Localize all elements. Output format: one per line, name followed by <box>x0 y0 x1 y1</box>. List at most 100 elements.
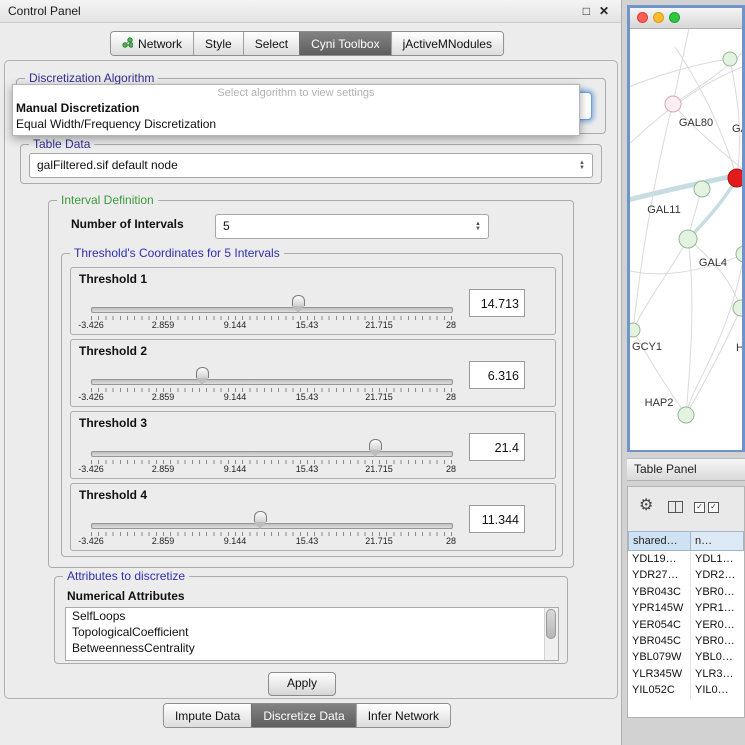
tab-select[interactable]: Select <box>243 32 299 55</box>
scrollbar[interactable] <box>544 608 558 660</box>
table-panel-header: Table Panel <box>627 458 745 481</box>
dropdown-option-manual-discretization[interactable]: Manual Discretization <box>13 100 579 116</box>
slider-scale-label: -3.426 <box>78 464 104 474</box>
table-row[interactable]: YDR27…YDR2… <box>628 567 744 583</box>
slider-scale-label: 28 <box>446 536 456 546</box>
slider-thumb[interactable] <box>254 511 267 529</box>
table-row[interactable]: YER054CYER0… <box>628 617 744 633</box>
slider-thumb-tip <box>196 378 208 385</box>
threshold-block: Threshold 3 -3.4262.8599.14415.4321.7152… <box>70 411 556 479</box>
table-cell: YPR1… <box>691 600 744 616</box>
dropdown-hint: Select algorithm to view settings <box>13 85 579 100</box>
select-none-icon[interactable]: ✓ <box>708 502 719 513</box>
network-edge <box>630 67 742 149</box>
slider-scale-label: 28 <box>446 392 456 402</box>
stepper-icon[interactable]: ▲ ▼ <box>576 154 588 177</box>
network-node[interactable] <box>679 230 697 248</box>
slider-scale-label: 9.144 <box>224 536 247 546</box>
network-node[interactable] <box>728 169 742 187</box>
threshold-block: Threshold 1 -3.4262.8599.14415.4321.7152… <box>70 267 556 335</box>
slider-thumb[interactable] <box>292 295 305 313</box>
slider-thumb[interactable] <box>196 367 209 385</box>
slider-scale-label: 2.859 <box>152 464 175 474</box>
column-header-1[interactable]: shared… <box>628 531 691 551</box>
slider-scale-label: 21.715 <box>365 536 393 546</box>
list-item-selfloops[interactable]: SelfLoops <box>66 608 558 624</box>
restore-icon[interactable]: □ <box>583 4 590 18</box>
gear-icon[interactable]: ⚙ <box>639 498 653 514</box>
scrollbar-thumb[interactable] <box>546 609 556 639</box>
table-cell: YDL19… <box>628 551 691 567</box>
thresholds-group: Threshold's Coordinates for 5 Intervals … <box>61 253 563 557</box>
threshold-value-field[interactable]: 21.4 <box>469 433 525 461</box>
network-canvas[interactable]: GAL80GAGAL11GAL4GCY1HHAP2 <box>630 29 742 450</box>
slider-scale: -3.4262.8599.14415.4321.71528 <box>71 464 555 476</box>
bottom-tab-infer-network[interactable]: Infer Network <box>356 704 450 727</box>
table-cell: YBR043C <box>628 584 691 600</box>
network-edge <box>633 239 688 330</box>
tab-cyni-toolbox[interactable]: Cyni Toolbox <box>299 32 390 55</box>
threshold-value-field[interactable]: 11.344 <box>469 505 525 533</box>
network-edge <box>688 239 741 308</box>
tab-network[interactable]: Network <box>111 32 193 55</box>
mac-close-icon[interactable] <box>637 12 648 23</box>
table-row[interactable]: YLR345WYLR3… <box>628 666 744 682</box>
apply-button[interactable]: Apply <box>268 672 336 696</box>
slider-scale-label: -3.426 <box>78 320 104 330</box>
network-node[interactable] <box>665 96 681 112</box>
slider-track[interactable] <box>91 451 453 457</box>
threshold-label: Threshold 3 <box>79 416 147 430</box>
slider-thumb[interactable] <box>369 439 382 457</box>
bottom-tab-bar: Impute DataDiscretize DataInfer Network <box>163 703 451 728</box>
network-node[interactable] <box>694 181 710 197</box>
mac-zoom-icon[interactable] <box>669 12 680 23</box>
table-data-combo[interactable]: galFiltered.sif default node ▲ ▼ <box>29 153 593 178</box>
slider-track[interactable] <box>91 307 453 313</box>
table-data-group: Table Data galFiltered.sif default node … <box>20 144 602 184</box>
network-node[interactable] <box>733 300 742 316</box>
slider-track[interactable] <box>91 379 453 385</box>
group-title: Discretization Algorithm <box>25 71 158 85</box>
slider-scale-label: -3.426 <box>78 392 104 402</box>
threshold-value-field[interactable]: 6.316 <box>469 361 525 389</box>
table-row[interactable]: YDL19…YDL1… <box>628 551 744 567</box>
num-intervals-combo[interactable]: 5 ▲ ▼ <box>215 214 489 239</box>
table-row[interactable]: YIL052CYIL0… <box>628 682 744 698</box>
network-node[interactable] <box>736 246 742 262</box>
close-icon[interactable]: ✕ <box>599 4 609 18</box>
tab-label: Cyni Toolbox <box>311 37 379 51</box>
combo-value: galFiltered.sif default node <box>30 154 592 176</box>
network-node[interactable] <box>630 323 640 337</box>
bottom-tab-discretize-data[interactable]: Discretize Data <box>251 704 355 727</box>
table-row[interactable]: YBR045CYBR0… <box>628 633 744 649</box>
list-item-topologicalcoefficient[interactable]: TopologicalCoefficient <box>66 624 558 640</box>
columns-icon[interactable] <box>668 501 683 513</box>
threshold-value-field[interactable]: 14.713 <box>469 289 525 317</box>
bottom-tab-impute-data[interactable]: Impute Data <box>164 704 251 727</box>
slider-thumb-cap <box>369 439 382 450</box>
table-cell: YPR145W <box>628 600 691 616</box>
tab-style[interactable]: Style <box>193 32 243 55</box>
column-header-2[interactable]: n… <box>691 531 744 551</box>
table-cell: YBR0… <box>691 633 744 649</box>
slider-scale: -3.4262.8599.14415.4321.71528 <box>71 536 555 548</box>
network-edge <box>686 254 742 415</box>
mac-minimize-icon[interactable] <box>653 12 664 23</box>
network-window-titlebar <box>630 8 742 29</box>
stepper-icon[interactable]: ▲ ▼ <box>472 215 484 238</box>
tab-jactivemnodules[interactable]: jActiveMNodules <box>391 32 503 55</box>
network-node[interactable] <box>723 52 737 66</box>
table-body: YDL19…YDL1…YDR27…YDR2…YBR043CYBR0…YPR145… <box>628 551 744 717</box>
dropdown-option-equal-width-frequency-discretization[interactable]: Equal Width/Frequency Discretization <box>13 116 579 132</box>
list-item-betweennesscentrality[interactable]: BetweennessCentrality <box>66 640 558 656</box>
slider-track[interactable] <box>91 523 453 529</box>
table-row[interactable]: YBR043CYBR0… <box>628 584 744 600</box>
slider-scale-label: 2.859 <box>152 536 175 546</box>
table-row[interactable]: YPR145WYPR1… <box>628 600 744 616</box>
table-cell: YDR2… <box>691 567 744 583</box>
attributes-list[interactable]: SelfLoopsTopologicalCoefficientBetweenne… <box>65 607 559 661</box>
select-all-icon[interactable]: ✓ <box>694 502 705 513</box>
table-row[interactable]: YBL079WYBL0… <box>628 649 744 665</box>
network-node[interactable] <box>678 407 694 423</box>
threshold-label: Threshold 2 <box>79 344 147 358</box>
